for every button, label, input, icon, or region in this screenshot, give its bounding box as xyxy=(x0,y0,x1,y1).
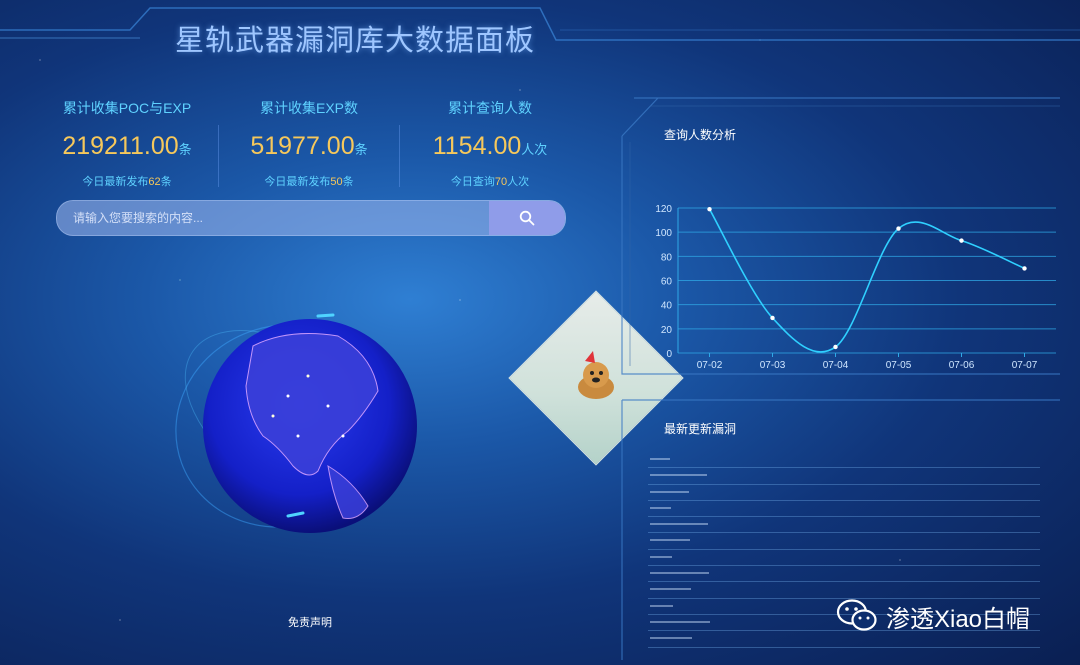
x-tick-label: 07-06 xyxy=(949,360,975,371)
stat-poc-exp: 累计收集POC与EXP 219211.00条 今日最新发布62条 xyxy=(42,98,212,189)
stat-value: 1154.00人次 xyxy=(432,132,548,160)
y-tick-label: 0 xyxy=(666,349,672,360)
vuln-row[interactable] xyxy=(648,517,1040,534)
vuln-row-text xyxy=(650,539,690,542)
x-tick-label: 07-03 xyxy=(760,360,786,371)
globe-graphic xyxy=(175,313,417,533)
stat-today: 今日查询70人次 xyxy=(450,176,530,188)
stat-label: 累计收集POC与EXP xyxy=(62,100,192,116)
data-point xyxy=(1022,266,1027,271)
disclaimer-link[interactable]: 免责声明 xyxy=(288,614,332,630)
y-tick-label: 80 xyxy=(661,252,673,263)
search-bar xyxy=(56,200,566,236)
vuln-panel-title: 最新更新漏洞 xyxy=(664,422,737,436)
vuln-row-text xyxy=(650,474,707,477)
vuln-row-text xyxy=(650,637,692,640)
search-icon xyxy=(519,210,535,226)
y-tick-label: 100 xyxy=(655,228,672,239)
vuln-row-text xyxy=(650,620,710,623)
vuln-row[interactable] xyxy=(648,452,1040,469)
vuln-row[interactable] xyxy=(648,501,1040,518)
header: 星轨武器漏洞库大数据面板 xyxy=(0,0,1080,60)
stat-label: 累计收集EXP数 xyxy=(259,100,358,116)
data-point xyxy=(833,344,838,350)
data-point xyxy=(896,226,901,231)
page-title: 星轨武器漏洞库大数据面板 xyxy=(175,25,536,57)
y-tick-label: 60 xyxy=(661,277,673,288)
stat-label: 累计查询人数 xyxy=(448,100,532,116)
search-button[interactable] xyxy=(489,201,565,235)
wechat-icon xyxy=(836,599,877,631)
stat-divider xyxy=(399,125,400,187)
stat-today: 今日最新发布50条 xyxy=(264,176,354,188)
data-point xyxy=(959,238,964,243)
stat-today: 今日最新发布62条 xyxy=(82,176,172,188)
vuln-row[interactable] xyxy=(648,468,1040,485)
globe[interactable] xyxy=(168,306,428,546)
vuln-row[interactable] xyxy=(648,582,1040,599)
x-tick-label: 07-04 xyxy=(823,360,849,371)
stat-queries: 累计查询人数 1154.00人次 今日查询70人次 xyxy=(405,98,575,189)
vuln-row-text xyxy=(650,523,708,526)
watermark-text: 渗透Xiao白帽 xyxy=(886,605,1031,633)
stat-value: 51977.00条 xyxy=(250,132,368,160)
vuln-row-text xyxy=(650,588,691,591)
query-line-chart: 0 20 40 60 80 100 120 07-02 07-03 07-04 07-05 07-06… xyxy=(655,204,1056,371)
vuln-row-text xyxy=(650,490,689,493)
vuln-row-text xyxy=(650,555,672,558)
query-panel-title: 查询人数分析 xyxy=(664,128,737,142)
x-tick-label: 07-02 xyxy=(697,360,723,371)
vuln-row[interactable] xyxy=(648,566,1040,583)
header-frame xyxy=(0,7,1080,41)
y-tick-label: 40 xyxy=(661,301,673,312)
search-input[interactable] xyxy=(57,201,487,235)
vuln-row[interactable] xyxy=(648,550,1040,567)
vuln-row-text xyxy=(650,604,673,607)
stat-value: 219211.00条 xyxy=(62,132,192,160)
vuln-row-text xyxy=(650,458,670,460)
vuln-row[interactable] xyxy=(648,485,1040,501)
vuln-row[interactable] xyxy=(648,533,1040,550)
vuln-row-text xyxy=(650,506,671,509)
vuln-row-text xyxy=(650,572,709,575)
stat-exp: 累计收集EXP数 51977.00条 今日最新发布50条 xyxy=(224,98,394,189)
stat-divider xyxy=(218,125,219,187)
x-tick-label: 07-07 xyxy=(1012,360,1038,371)
data-point xyxy=(707,207,712,212)
y-tick-label: 20 xyxy=(661,325,673,336)
x-tick-label: 07-05 xyxy=(886,360,912,371)
y-tick-label: 120 xyxy=(655,204,672,215)
data-point xyxy=(770,315,775,321)
watermark: 渗透Xiao白帽 xyxy=(836,598,1030,634)
